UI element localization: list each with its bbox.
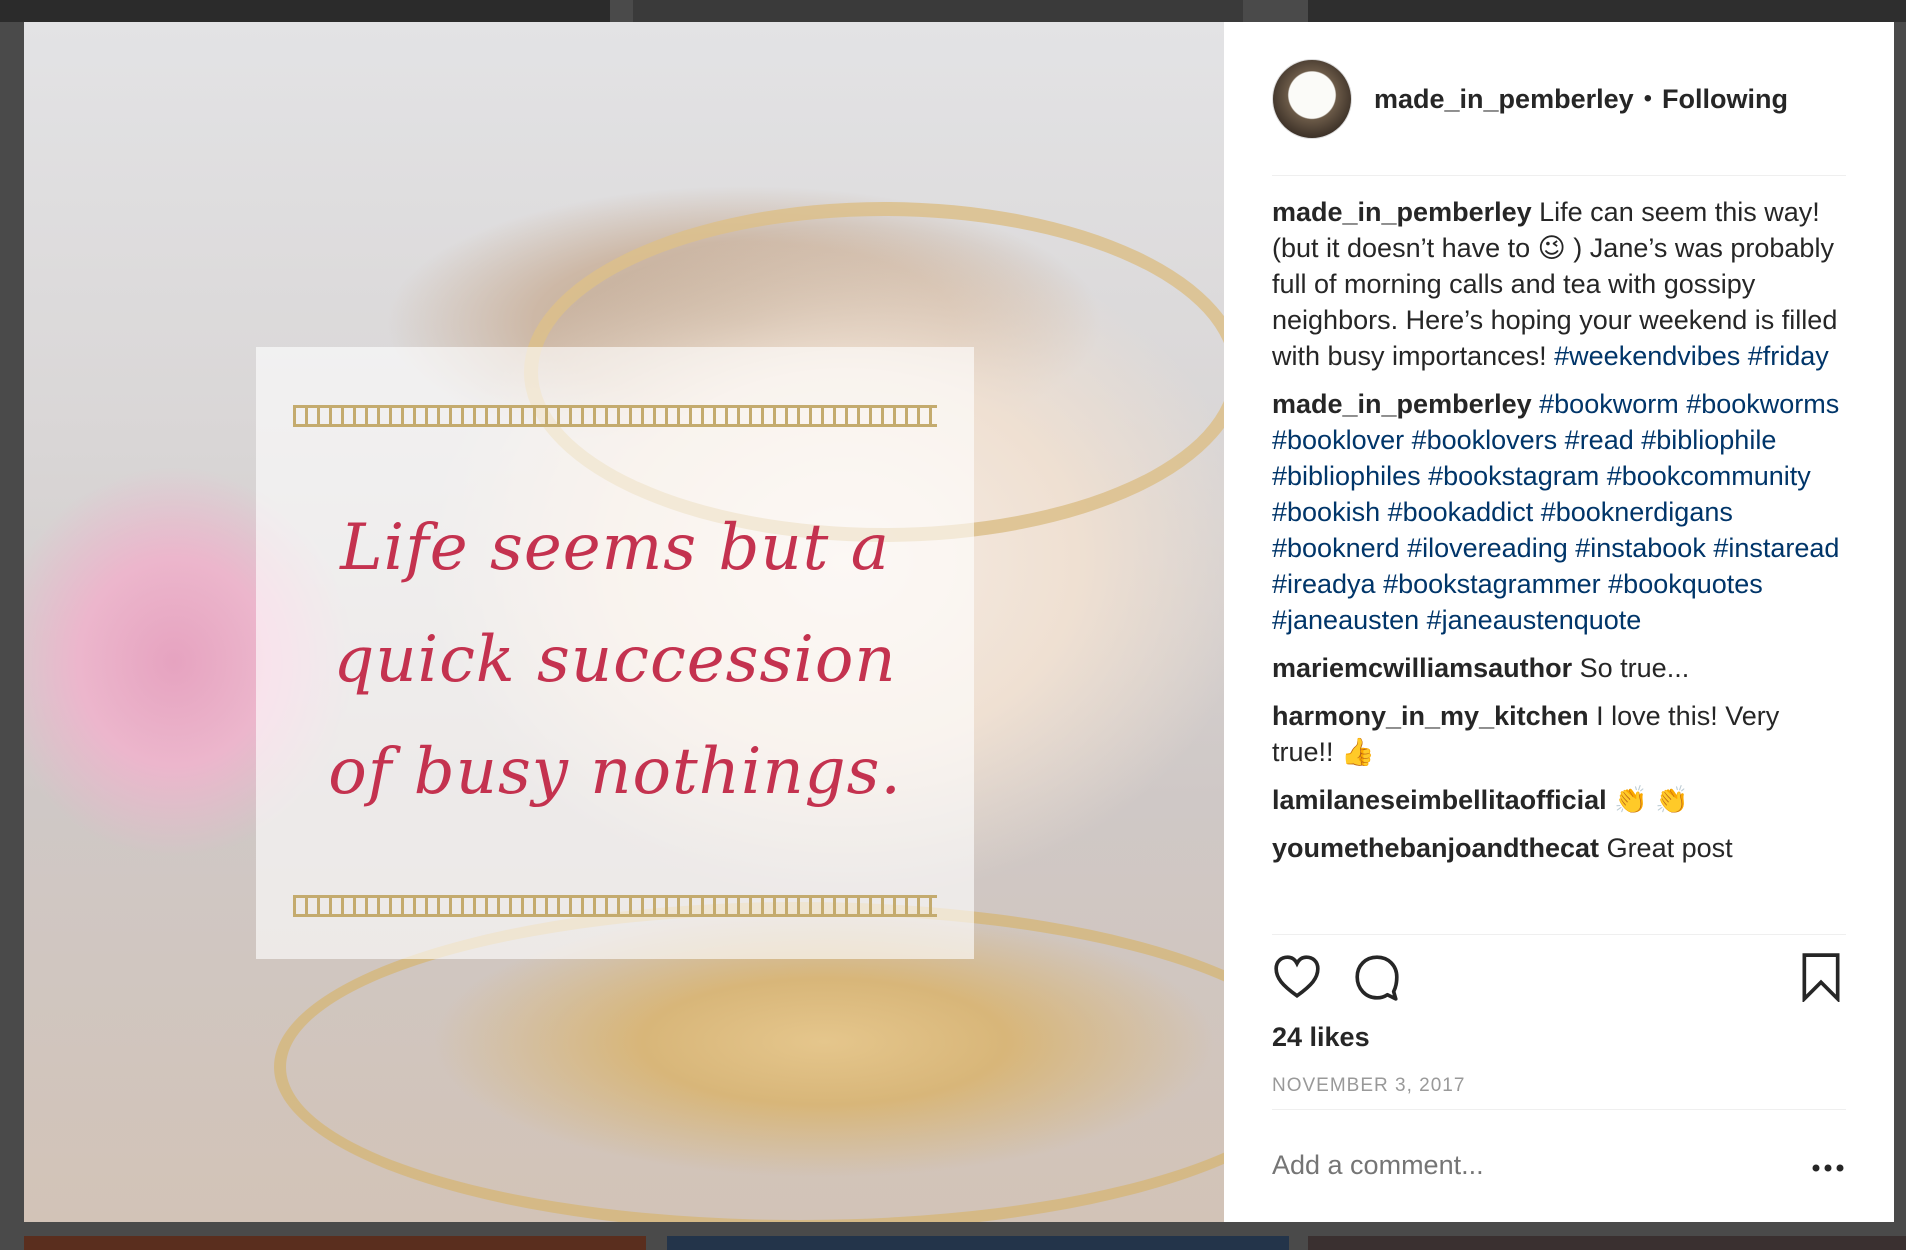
comment-author[interactable]: youmethebanjoandthecat [1272,833,1599,863]
greek-key-border-top [293,405,937,427]
comment-icon[interactable] [1352,952,1402,1002]
comment-item: youmethebanjoandthecat Great post [1272,830,1846,866]
comment-item: lamilaneseimbellitaofficial 👏 👏 [1272,782,1846,818]
action-bar [1272,952,1846,1010]
post-sidebar: made_in_pemberley • Following made_in_pe… [1224,22,1894,1222]
comment-item: mariemcwilliamsauthor So true... [1272,650,1846,686]
separator-dot: • [1643,85,1653,112]
avatar[interactable] [1272,59,1352,139]
comment-author[interactable]: made_in_pemberley [1272,389,1532,419]
background-tile [24,1236,646,1250]
comment-text: 👏 👏 [1614,785,1689,815]
background-tile [1308,0,1906,22]
following-button[interactable]: Following [1662,84,1788,115]
comment-item: made_in_pemberley #bookworm #bookworms #… [1272,386,1846,638]
post-date: NOVEMBER 3, 2017 [1272,1075,1466,1096]
comment-hashtags[interactable]: #weekendvibes #friday [1554,341,1829,371]
post-modal: Life seems but a quick succession of bus… [24,22,1894,1222]
comment-list[interactable]: made_in_pemberley Life can seem this way… [1272,194,1846,932]
more-options-icon[interactable] [1810,1158,1846,1178]
greek-key-border-bottom [293,895,937,917]
comment-author[interactable]: made_in_pemberley [1272,197,1532,227]
comment-item: made_in_pemberley Life can seem this way… [1272,194,1846,374]
quote-text: Life seems but a quick succession of bus… [328,511,902,809]
comment-text: Great post [1606,833,1733,863]
comment-author[interactable]: harmony_in_my_kitchen [1272,701,1589,731]
comment-item: harmony_in_my_kitchen I love this! Very … [1272,698,1846,770]
divider [1272,1109,1846,1110]
post-image[interactable]: Life seems but a quick succession of bus… [24,22,1224,1222]
comment-author[interactable]: mariemcwilliamsauthor [1272,653,1572,683]
comment-author[interactable]: lamilaneseimbellitaofficial [1272,785,1607,815]
divider [1272,934,1846,935]
post-header: made_in_pemberley • Following [1272,58,1846,140]
comment-hashtags[interactable]: #bookworm #bookworms #booklover #booklov… [1272,389,1839,635]
bookmark-icon[interactable] [1796,952,1846,1002]
likes-count[interactable]: 24 likes [1272,1022,1370,1053]
background-tile [1308,1236,1906,1250]
background-tile [633,0,1243,22]
background-tile [667,1236,1289,1250]
add-comment-input[interactable] [1272,1150,1772,1181]
divider [1272,175,1846,176]
header-username[interactable]: made_in_pemberley [1374,84,1634,115]
heart-icon[interactable] [1272,952,1322,1002]
comment-text: So true... [1579,653,1690,683]
quote-card: Life seems but a quick succession of bus… [256,347,974,959]
background-tile [0,0,610,22]
